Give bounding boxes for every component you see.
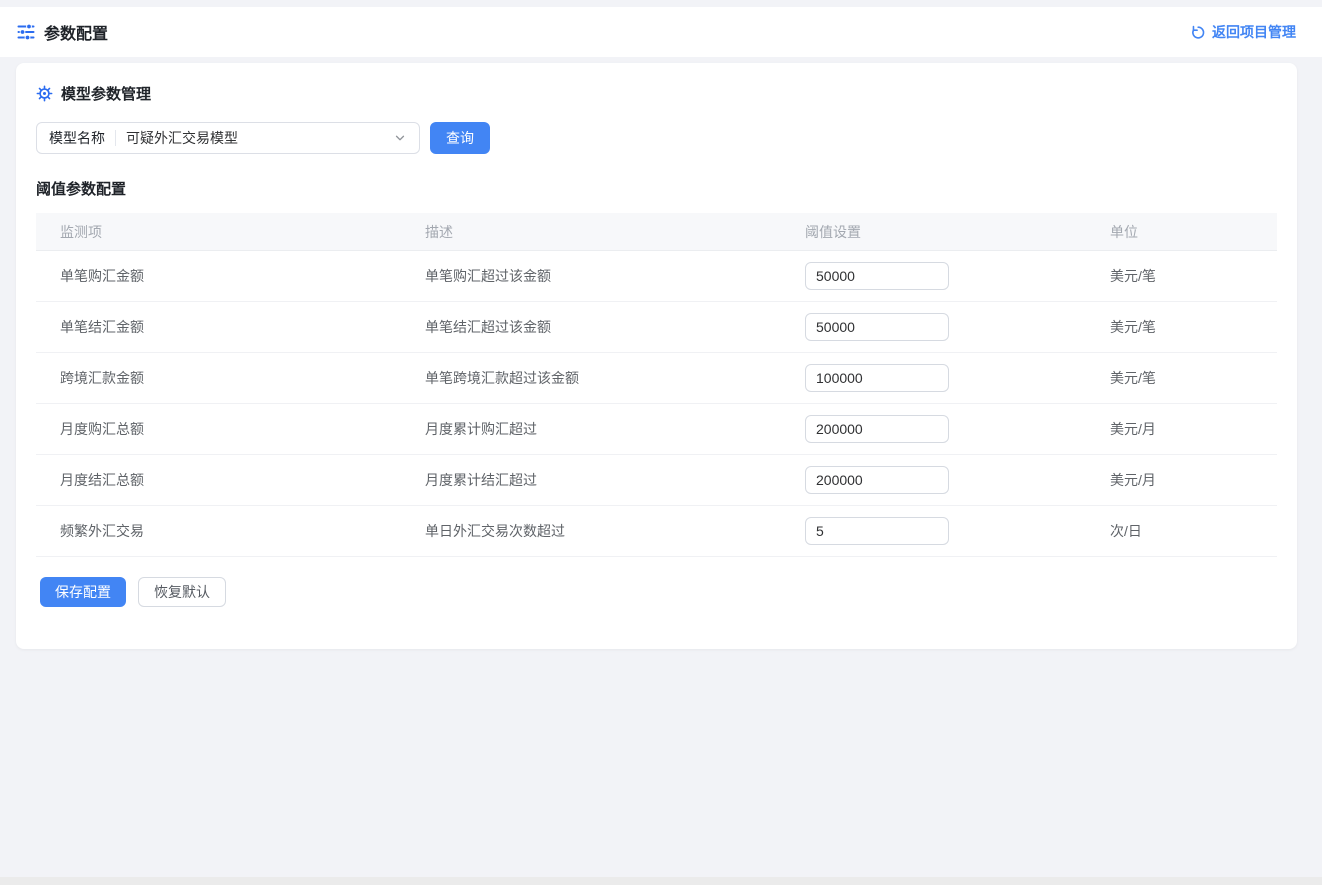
threshold-input[interactable] [805,517,949,545]
cell-item: 单笔购汇金额 [36,266,401,286]
back-link-label: 返回项目管理 [1212,22,1296,42]
cell-desc: 单日外汇交易次数超过 [401,521,781,541]
restore-default-button[interactable]: 恢复默认 [138,577,226,607]
sliders-icon [16,22,36,42]
model-parameter-card: 模型参数管理 模型名称 可疑外汇交易模型 查询 阈值参数配置 监测项 描述 阈值… [16,63,1297,649]
cell-item: 月度购汇总额 [36,419,401,439]
cell-unit: 美元/笔 [1086,368,1277,388]
query-button[interactable]: 查询 [430,122,490,154]
select-selected-value: 可疑外汇交易模型 [126,128,383,148]
table-row: 频繁外汇交易 单日外汇交易次数超过 次/日 [36,506,1277,557]
table-row: 月度结汇总额 月度累计结汇超过 美元/月 [36,455,1277,506]
model-name-select[interactable]: 模型名称 可疑外汇交易模型 [36,122,420,154]
threshold-input[interactable] [805,313,949,341]
top-header-bar: 参数配置 返回项目管理 [0,7,1322,57]
page-title-group: 参数配置 [16,20,108,44]
section-title: 模型参数管理 [61,83,151,104]
save-config-button[interactable]: 保存配置 [40,577,126,607]
cell-desc: 单笔跨境汇款超过该金额 [401,368,781,388]
table-row: 月度购汇总额 月度累计购汇超过 美元/月 [36,404,1277,455]
col-header-item: 监测项 [36,222,401,242]
col-header-threshold: 阈值设置 [781,222,1086,242]
col-header-desc: 描述 [401,222,781,242]
cell-unit: 次/日 [1086,521,1277,541]
threshold-input[interactable] [805,466,949,494]
cell-item: 频繁外汇交易 [36,521,401,541]
cell-unit: 美元/月 [1086,419,1277,439]
cell-item: 跨境汇款金额 [36,368,401,388]
threshold-input[interactable] [805,262,949,290]
chevron-down-icon [393,131,407,145]
table-title: 阈值参数配置 [36,178,1277,199]
cell-item: 月度结汇总额 [36,470,401,490]
select-label: 模型名称 [49,128,105,148]
cell-unit: 美元/笔 [1086,317,1277,337]
table-row: 单笔购汇金额 单笔购汇超过该金额 美元/笔 [36,251,1277,302]
select-divider [115,130,116,146]
actions-row: 保存配置 恢复默认 [36,577,1277,607]
table-row: 跨境汇款金额 单笔跨境汇款超过该金额 美元/笔 [36,353,1277,404]
cell-unit: 美元/笔 [1086,266,1277,286]
gear-icon [36,85,53,102]
table-row: 单笔结汇金额 单笔结汇超过该金额 美元/笔 [36,302,1277,353]
table-header-row: 监测项 描述 阈值设置 单位 [36,213,1277,251]
back-to-project-link[interactable]: 返回项目管理 [1190,22,1296,42]
cell-desc: 月度累计购汇超过 [401,419,781,439]
cell-desc: 单笔购汇超过该金额 [401,266,781,286]
cell-unit: 美元/月 [1086,470,1277,490]
cell-desc: 月度累计结汇超过 [401,470,781,490]
threshold-input[interactable] [805,415,949,443]
undo-icon [1190,24,1206,40]
col-header-unit: 单位 [1086,222,1277,242]
cell-item: 单笔结汇金额 [36,317,401,337]
filter-row: 模型名称 可疑外汇交易模型 查询 [36,122,1277,154]
threshold-input[interactable] [805,364,949,392]
page-title: 参数配置 [44,20,108,44]
horizontal-scrollbar[interactable] [0,877,1322,885]
threshold-table: 监测项 描述 阈值设置 单位 单笔购汇金额 单笔购汇超过该金额 美元/笔 单笔结… [36,213,1277,557]
cell-desc: 单笔结汇超过该金额 [401,317,781,337]
section-title-group: 模型参数管理 [36,83,1277,104]
